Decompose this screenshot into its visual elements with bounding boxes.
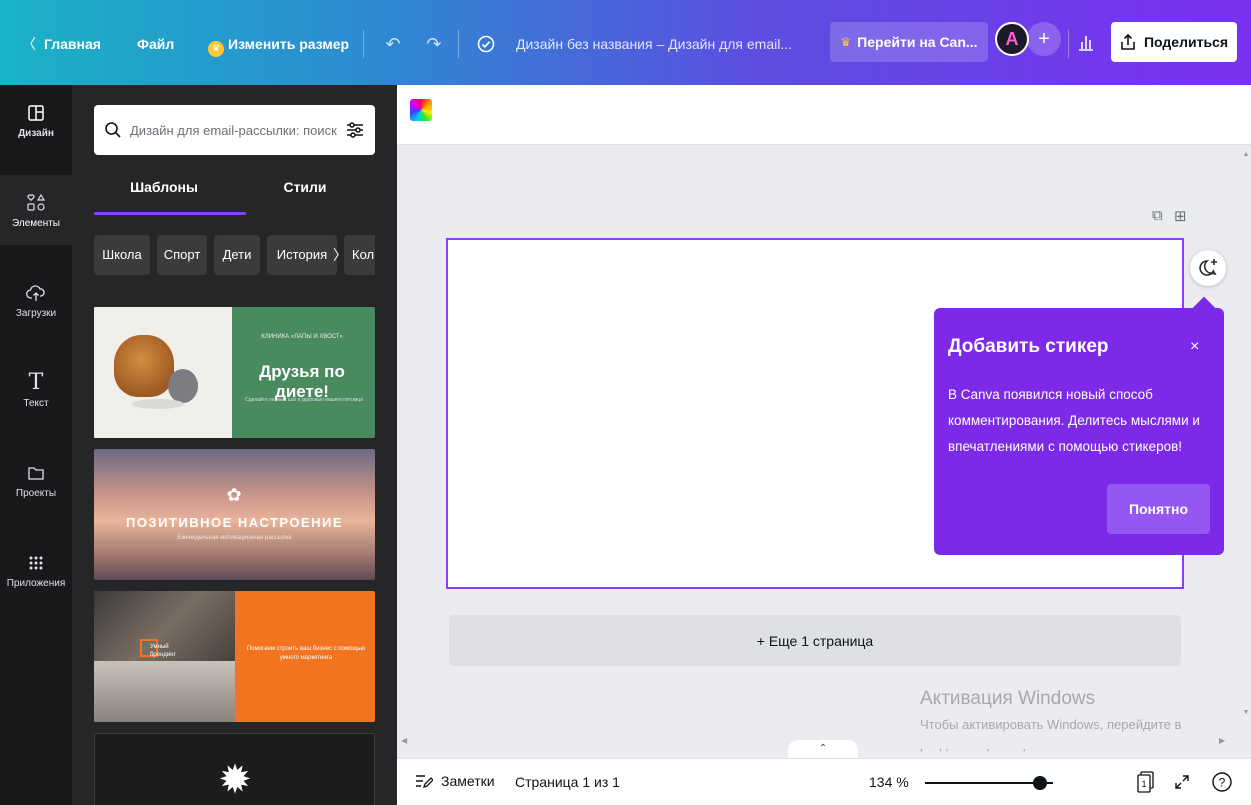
page-indicator[interactable]: Страница 1 из 1 [515,774,620,790]
upgrade-button[interactable]: ♛ Перейти на Can... [830,22,988,62]
tab-styles[interactable]: Стили [235,173,375,215]
duplicate-page-icon[interactable]: ⧉ [1152,207,1163,224]
template-logo-text: Умный брендинг [150,644,176,658]
search-placeholder: Дизайн для email-рассылки: поиск [130,122,337,138]
template-subtitle: Еженедельная мотивационная рассылка [177,535,292,541]
starburst-icon: ✹ [218,758,252,802]
tab-templates[interactable]: Шаблоны [94,173,246,215]
rail-item-apps[interactable]: Приложения [0,535,72,605]
leaf-icon: ✿ [226,485,242,505]
avatar[interactable]: A [995,22,1029,56]
top-bar: 〈 Главная Файл ♛ Изменить размер ↶ ↷ Дизай… [0,0,1251,85]
cloud-saved-icon[interactable] [472,30,500,58]
apps-grid-icon [25,552,47,574]
got-it-button[interactable]: Понятно [1107,484,1210,534]
scroll-up-icon[interactable]: ▲ [1241,151,1251,158]
file-menu-button[interactable]: Файл [137,34,174,54]
search-icon [105,122,121,138]
scroll-down-icon[interactable]: ▼ [1241,709,1251,716]
chip-school[interactable]: Школа [94,235,150,275]
rail-item-design[interactable]: Дизайн [0,85,72,155]
chip-kids[interactable]: Дети [214,235,260,275]
chip-sport[interactable]: Спорт [157,235,207,275]
share-icon [1121,33,1135,50]
redo-icon[interactable]: ↷ [420,30,448,58]
close-icon[interactable]: × [1190,338,1199,356]
text-icon: T [28,370,44,395]
rail-item-text[interactable]: T Текст [0,355,72,425]
stats-icon[interactable] [1070,26,1102,58]
template-title: Друзья по диете! [259,362,345,401]
svg-text:?: ? [1219,776,1226,790]
zoom-slider[interactable] [925,776,1053,790]
template-brand: КЛИНИКА «ЛАПЫ И ХВОСТ» [261,334,343,340]
add-page-button[interactable]: + Еще 1 страница [449,615,1181,666]
add-page-icon[interactable]: ⊞ [1174,207,1187,225]
share-button[interactable]: Поделиться [1111,22,1237,62]
crown-icon: ♛ [840,35,852,49]
template-card[interactable]: ✹ [94,733,375,805]
template-card[interactable]: ✿ ПОЗИТИВНОЕ НАСТРОЕНИЕ Еженедельная мот… [94,449,375,580]
chevron-left-icon: 〈 [22,36,36,52]
template-card[interactable]: Умный брендинг Помогаем строить ваш бизн… [94,591,375,722]
chevron-right-icon[interactable]: 〉 [333,235,353,275]
popover-body: В Canva появился новый способ комментиро… [948,387,1200,454]
sticker-popover: Добавить стикер × В Canva появился новый… [934,308,1224,555]
rail-item-projects[interactable]: Проекты [0,445,72,515]
undo-icon[interactable]: ↶ [379,30,407,58]
layout-icon [25,102,47,124]
divider [363,30,364,58]
zoom-value[interactable]: 134 % [869,774,909,790]
template-search-field[interactable]: Дизайн для email-рассылки: поиск [94,105,375,155]
cat-image [168,369,198,403]
folder-icon [25,462,47,484]
document-title[interactable]: Дизайн без названия – Дизайн для email..… [516,34,816,54]
add-sticker-icon[interactable] [1190,250,1226,286]
svg-text:1: 1 [1141,779,1146,789]
notes-button[interactable]: Заметки [415,773,495,789]
help-icon[interactable]: ? [1209,769,1235,795]
divider [458,30,459,58]
template-text: Помогаем строить ваш бизнес с помощью ум… [246,646,366,661]
divider [1068,30,1069,58]
template-card[interactable]: КЛИНИКА «ЛАПЫ И ХВОСТ» Друзья по диете! … [94,307,375,438]
fullscreen-icon[interactable] [1169,769,1195,795]
zoom-slider-handle[interactable] [1033,776,1048,790]
panel-tabs: Шаблоны Стили [94,173,375,215]
bottom-bar: Заметки Страница 1 из 1 134 % 1 ? [397,758,1251,805]
filter-icon[interactable] [345,120,365,140]
left-rail: Дизайн Элементы Загрузки T Текст Проекты… [0,85,72,805]
shapes-icon [25,192,47,214]
windows-activation-title: Активация Windows [920,688,1096,709]
chevron-up-icon[interactable]: ⌃ [788,740,858,758]
scroll-right-icon[interactable]: ▶ [1219,736,1225,745]
resize-button[interactable]: ♛ Изменить размер [208,34,349,57]
template-subtitle: Сделайте первый шаг к здоровью вашего пи… [245,397,363,403]
vertical-scrollbar[interactable]: ▲ ▼ [1241,145,1251,735]
templates-panel: Дизайн для email-рассылки: поиск Шаблоны… [72,85,397,805]
dog-image [114,335,174,397]
cloud-upload-icon [25,282,47,304]
chip-history[interactable]: История [267,235,337,275]
editor-toolbar [397,85,1251,145]
crown-icon: ♛ [208,41,224,57]
popover-title: Добавить стикер [948,336,1109,357]
notes-icon [416,775,433,789]
background-color-swatch[interactable] [410,99,432,121]
page-count-icon[interactable]: 1 [1133,769,1159,795]
page-tools: ⧉ ⊞ [1152,207,1192,229]
rail-item-elements[interactable]: Элементы [0,175,72,245]
home-button[interactable]: 〈 Главная [22,34,101,54]
add-member-icon[interactable]: + [1027,22,1061,56]
template-title: ПОЗИТИВНОЕ НАСТРОЕНИЕ [125,515,344,530]
scroll-left-icon[interactable]: ◀ [401,736,407,745]
rail-item-uploads[interactable]: Загрузки [0,265,72,335]
